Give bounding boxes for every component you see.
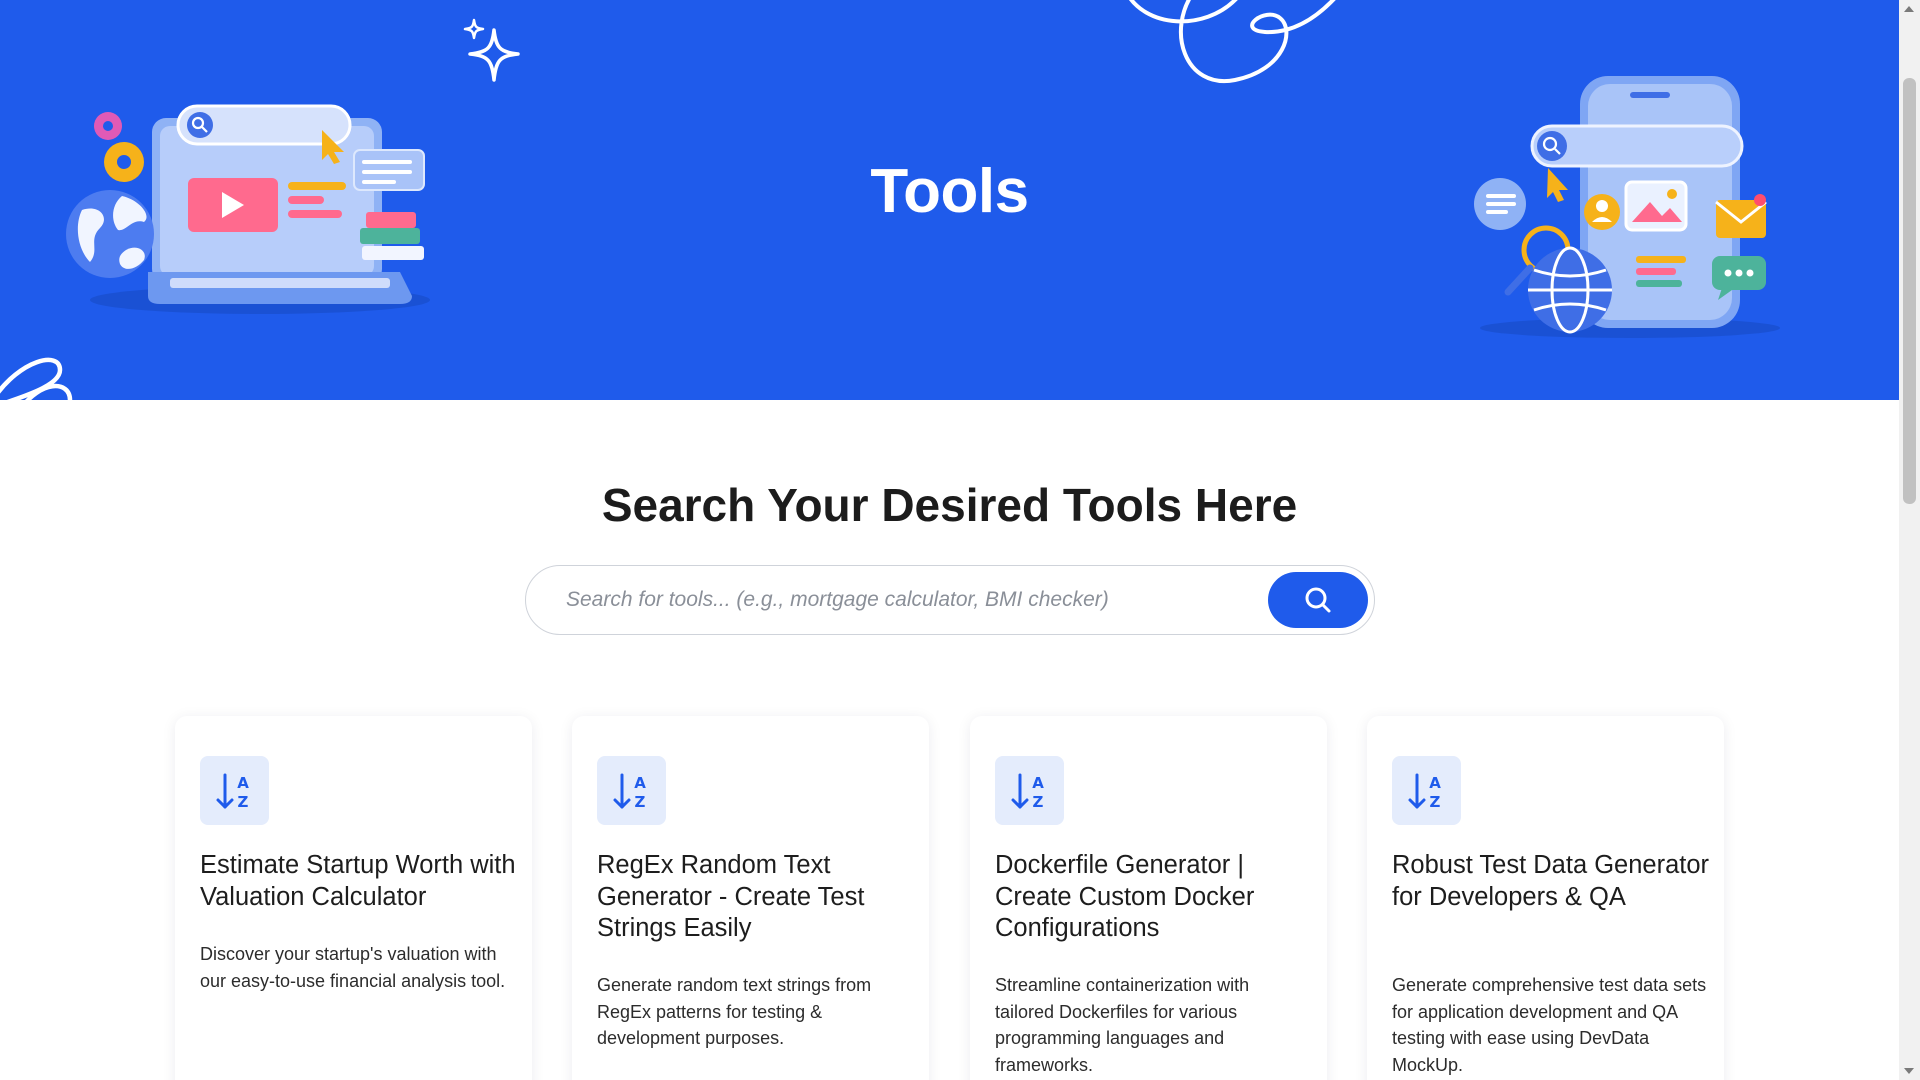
search-button[interactable]	[1268, 572, 1368, 628]
sort-az-icon: A Z	[1392, 756, 1461, 825]
tool-card[interactable]: A Z Estimate Startup Worth with Valuatio…	[175, 716, 532, 1080]
sort-az-icon: A Z	[995, 756, 1064, 825]
tool-card-title[interactable]: Robust Test Data Generator for Developer…	[1392, 850, 1710, 913]
svg-text:Z: Z	[1429, 793, 1440, 811]
search-heading: Search Your Desired Tools Here	[601, 479, 1298, 531]
tool-card-description: Streamline containerization with tailore…	[995, 975, 1250, 1075]
tool-card-title[interactable]: Estimate Startup Worth with Valuation Ca…	[200, 850, 518, 913]
page-scrollbar[interactable]	[1899, 0, 1920, 1080]
page: Tools Search Your Desired Tools Here A Z…	[0, 0, 1899, 1080]
hero-banner: Tools	[0, 0, 1899, 400]
scroll-up-arrow[interactable]	[1904, 6, 1914, 12]
sort-az-icon: A Z	[597, 756, 666, 825]
search-bar	[525, 565, 1375, 635]
tool-card-title[interactable]: RegEx Random Text Generator - Create Tes…	[597, 850, 915, 945]
sort-az-icon: A Z	[200, 756, 269, 825]
svg-text:Z: Z	[237, 793, 248, 811]
svg-text:Z: Z	[634, 793, 645, 811]
decorative-squiggle-left	[0, 357, 73, 400]
tool-card-description: Generate comprehensive test data sets fo…	[1392, 975, 1707, 1075]
tool-card[interactable]: A Z Robust Test Data Generator for Devel…	[1367, 716, 1724, 1080]
tool-card[interactable]: A Z Dockerfile Generator | Create Custom…	[970, 716, 1327, 1080]
svg-text:A: A	[1429, 774, 1441, 792]
tool-card-description: Discover your startup's valuation with o…	[200, 944, 506, 991]
search-icon	[1305, 587, 1331, 613]
page-title: Tools	[870, 157, 1029, 226]
tool-card-description: Generate random text strings from RegEx …	[597, 975, 872, 1048]
tool-card[interactable]: A Z RegEx Random Text Generator - Create…	[572, 716, 929, 1080]
decorative-squiggle	[1128, 0, 1336, 84]
svg-text:A: A	[1032, 774, 1044, 792]
sparkle-icon	[463, 18, 520, 82]
scrollbar-thumb[interactable]	[1903, 78, 1916, 504]
svg-text:A: A	[237, 774, 249, 792]
search-input[interactable]	[566, 566, 1266, 633]
tool-card-title[interactable]: Dockerfile Generator | Create Custom Doc…	[995, 850, 1313, 945]
scroll-down-arrow[interactable]	[1904, 1068, 1914, 1074]
svg-text:Z: Z	[1032, 793, 1043, 811]
tools-grid: A Z Estimate Startup Worth with Valuatio…	[175, 716, 1725, 1080]
svg-text:A: A	[634, 774, 646, 792]
